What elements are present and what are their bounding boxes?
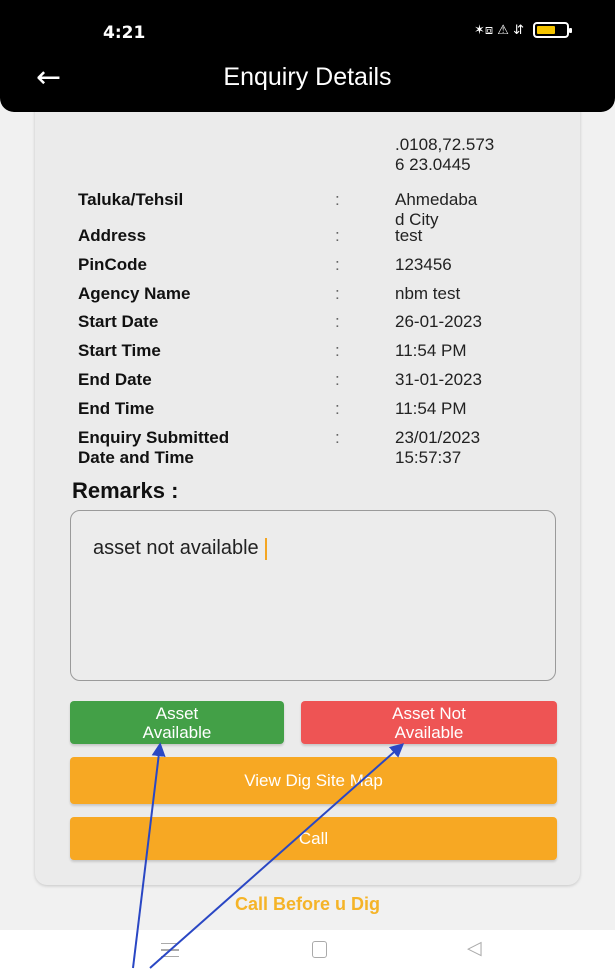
detail-value: 123456 [395,255,452,274]
detail-colon: : [335,190,340,209]
detail-value: 31-01-2023 [395,370,482,389]
footer-brand: Call Before u Dig [234,894,381,914]
detail-label: Start Time [78,341,161,360]
remarks-label: Remarks : [72,478,179,503]
home-icon[interactable] [312,941,327,958]
view-dig-site-map-button[interactable]: View Dig Site Map [70,757,557,804]
detail-value: nbm test [395,284,461,303]
detail-value: 26-01-2023 [395,312,482,331]
call-button[interactable]: Call [70,817,557,860]
system-nav-bar: ◁ [0,930,615,973]
detail-colon: : [335,341,340,360]
detail-colon: : [335,428,340,447]
status-time: 4:21 [103,23,146,43]
status-icons: ✶⧈ ⚠ ⇵ [474,22,572,38]
battery-icon [533,22,572,38]
app-screen: 4:21 ✶⧈ ⚠ ⇵ ← Enquiry Details .0108,72.5… [0,0,615,973]
location-value-text: .0108,72.573 6 23.0445 [395,135,495,174]
detail-value: 11:54 PM [395,341,467,360]
detail-value: 23/01/2023 15:57:37 [395,428,481,467]
remarks-text: asset not available [93,537,259,559]
status-icons-text: ✶⧈ ⚠ ⇵ [474,22,524,38]
detail-colon: : [335,370,340,389]
asset-available-button[interactable]: Asset Available [70,701,284,744]
detail-label: Agency Name [78,284,191,303]
remarks-textarea[interactable]: asset not available [70,510,556,681]
detail-label: Address [78,226,147,245]
detail-colon: : [335,226,340,245]
detail-label: Taluka/Tehsil [78,190,184,209]
detail-value: 11:54 PM [395,399,467,418]
detail-colon: : [335,399,340,418]
asset-not-available-button[interactable]: Asset Not Available [301,701,557,744]
detail-value: test [395,226,423,245]
location-value-partial: .0108,72.573 6 23.0445 [395,115,555,175]
back-triangle-icon[interactable]: ◁ [467,937,482,959]
top-header: 4:21 ✶⧈ ⚠ ⇵ ← Enquiry Details [0,0,615,112]
detail-colon: : [335,312,340,331]
detail-value: Ahmedaba d City [395,190,478,229]
detail-label: End Date [78,370,152,389]
detail-label: Enquiry Submitted Date and Time [78,428,230,467]
detail-label: End Time [78,399,155,418]
detail-label: Start Date [78,312,159,331]
detail-colon: : [335,255,340,274]
page-title: Enquiry Details [223,63,392,91]
text-cursor [264,537,267,560]
detail-label: PinCode [78,255,147,274]
detail-colon: : [335,284,340,303]
menu-icon[interactable] [161,943,179,957]
